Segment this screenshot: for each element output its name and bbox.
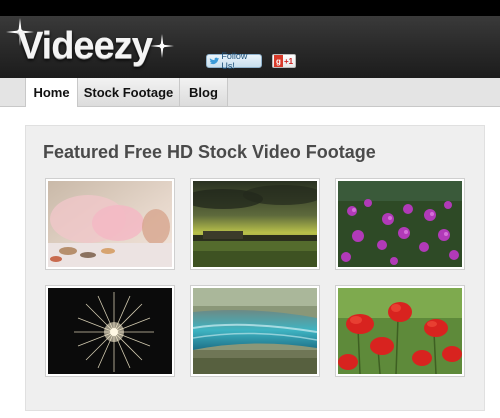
tab-stock-footage[interactable]: Stock Footage (78, 78, 180, 106)
main-content: Featured Free HD Stock Video Footage (0, 107, 500, 418)
plus-one-label: +1 (284, 56, 294, 66)
top-black-bar (0, 0, 500, 16)
baby-image (48, 181, 172, 267)
poppies-image (338, 288, 462, 374)
google-plus-one-button[interactable]: g +1 (272, 54, 296, 68)
google-icon: g (274, 55, 283, 67)
follow-label: Follow Us! (221, 51, 248, 71)
site-logo[interactable]: Videezy (18, 24, 153, 68)
sparkle-icon (150, 34, 174, 58)
tab-home[interactable]: Home (25, 78, 78, 107)
video-thumbnail-baby[interactable] (45, 178, 175, 270)
purple-flowers-image (338, 181, 462, 267)
video-thumbnail-purple-flowers[interactable] (335, 178, 465, 270)
fireworks-image (48, 288, 172, 374)
twitter-follow-button[interactable]: Follow Us! (206, 51, 262, 71)
tab-blog[interactable]: Blog (180, 78, 228, 106)
waterfall-image (193, 288, 317, 374)
video-thumbnail-storm[interactable] (190, 178, 320, 270)
twitter-bird-icon (209, 57, 220, 64)
video-thumbnail-poppies[interactable] (335, 285, 465, 377)
site-header: Videezy Follow Us! g +1 (0, 16, 500, 78)
storm-image (193, 181, 317, 267)
main-nav: Home Stock Footage Blog (0, 78, 500, 107)
featured-title: Featured Free HD Stock Video Footage (43, 142, 376, 162)
video-thumbnail-waterfall[interactable] (190, 285, 320, 377)
featured-panel: Featured Free HD Stock Video Footage (25, 125, 485, 411)
video-thumbnail-fireworks[interactable] (45, 285, 175, 377)
